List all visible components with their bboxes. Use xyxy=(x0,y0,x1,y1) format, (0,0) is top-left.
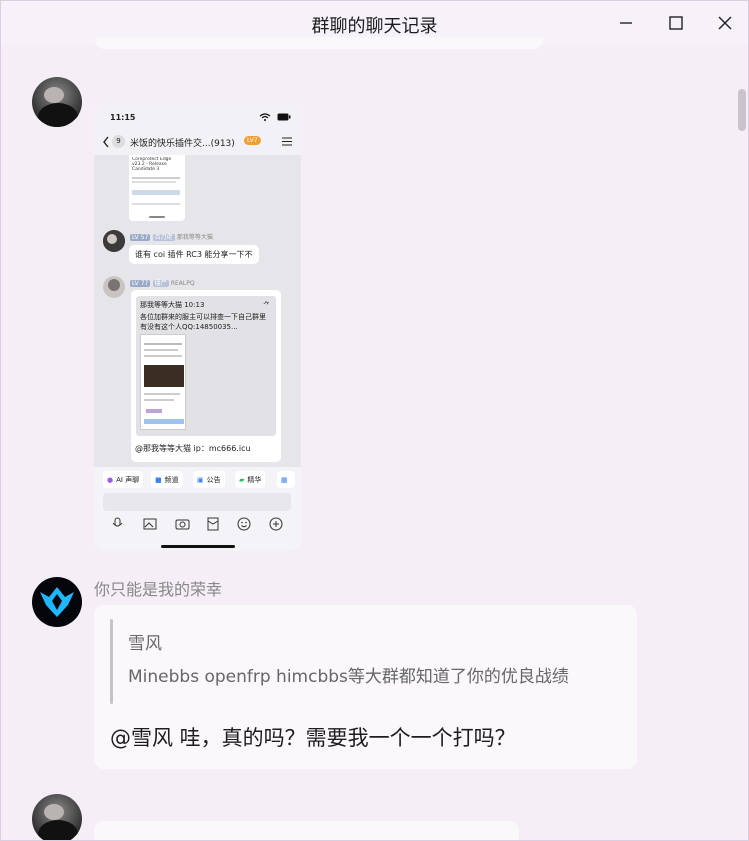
divider xyxy=(144,349,178,351)
phone-card-title: Coreprotect Edge v23.2 - Release Candida… xyxy=(132,157,172,172)
chip-label: AI 声聊 xyxy=(116,475,140,484)
phone-group-title: 米饭的快乐插件交...(913) xyxy=(130,139,235,149)
level-badge: LV 57 xyxy=(130,234,151,241)
channel-icon: ■ xyxy=(155,475,162,484)
maximize-icon xyxy=(669,16,683,30)
battery-icon xyxy=(277,113,291,121)
chip-label: 精华 xyxy=(247,475,262,484)
ai-voice-icon: ● xyxy=(107,475,114,484)
avatar[interactable] xyxy=(32,77,82,127)
screenshot-image[interactable]: 11:15 9 米饭的快乐插件交...(913) LV7 Coreprotect… xyxy=(94,105,301,551)
chip-more: ▦ xyxy=(277,471,295,488)
divider xyxy=(144,399,174,401)
divider xyxy=(144,355,182,357)
quoted-text: Minebbs openfrp himcbbs等大群都知道了你的优良战绩 xyxy=(128,667,569,687)
chip-ai-voice: ● AI 声聊 xyxy=(103,471,144,488)
message-text: @雪风 哇，真的吗？需要我一个一个打吗？ xyxy=(110,726,516,750)
maximize-button[interactable] xyxy=(664,11,688,35)
wifi-icon xyxy=(259,113,271,121)
user-avatar-photo xyxy=(103,230,125,252)
minimize-button[interactable] xyxy=(614,11,638,35)
phone-input-icons xyxy=(112,517,283,531)
home-indicator xyxy=(161,545,235,548)
chip-label: 公告 xyxy=(206,475,221,484)
sender-name: 你只能是我的荣幸 xyxy=(94,580,223,599)
group-level-badge: LV7 xyxy=(244,136,261,145)
back-arrow-icon xyxy=(103,136,109,148)
quote-bar xyxy=(110,619,113,704)
phone-mention-text: @那我等等大猫 ip：mc666.icu xyxy=(135,444,251,453)
divider xyxy=(144,393,180,395)
thumbnail-chip xyxy=(146,409,162,413)
title-badge: 百刀佬 xyxy=(152,234,175,241)
divider xyxy=(144,343,182,345)
phone-message-bubble: 谁有 coi 插件 RC3 能分享一下不 xyxy=(129,245,259,264)
next-message-bubble xyxy=(94,821,519,840)
divider xyxy=(132,181,176,183)
title-badge: 僵尸 xyxy=(152,280,169,287)
notice-icon: ▣ xyxy=(197,475,204,484)
divider xyxy=(132,177,180,179)
image-icon xyxy=(143,518,157,530)
previous-message-bubble xyxy=(95,37,543,49)
phone-link-card: Coreprotect Edge v23.2 - Release Candida… xyxy=(129,155,185,221)
grid-icon: ▦ xyxy=(281,475,288,484)
plus-icon xyxy=(269,517,283,531)
avatar[interactable] xyxy=(32,577,82,627)
forward-header: 那我等等大猫 10:13 xyxy=(140,301,205,309)
close-icon xyxy=(718,16,732,30)
minimize-icon xyxy=(620,22,632,24)
chip-notice: ▣ 公告 xyxy=(193,471,225,488)
user-avatar-photo xyxy=(32,77,82,127)
camera-icon xyxy=(175,519,190,530)
card-button xyxy=(132,190,180,195)
close-button[interactable] xyxy=(713,11,737,35)
forwarded-reply-box: 那我等等大猫 10:13 ⺈ 各位加群来的服主可以排查一下自己群里有没有这个人Q… xyxy=(136,296,276,436)
phone-status-bar: 11:15 xyxy=(94,105,301,129)
forward-mark-icon: ⺈ xyxy=(263,301,270,309)
thumbnail-button xyxy=(144,419,184,424)
phone-sender-name: 那我等等大猫 xyxy=(176,234,213,241)
user-avatar-photo xyxy=(32,794,82,840)
featured-icon: ▰ xyxy=(239,475,245,484)
avatar xyxy=(103,276,125,298)
menu-icon xyxy=(282,137,292,146)
red-packet-icon xyxy=(207,517,219,531)
user-avatar-blue-emblem xyxy=(32,577,82,627)
chip-label: 频道 xyxy=(164,475,179,484)
avatar xyxy=(103,230,125,252)
quoted-sender: 雪风 xyxy=(128,634,162,654)
thumbnail-photo xyxy=(144,365,184,387)
user-avatar-photo xyxy=(103,276,125,298)
scrollbar-thumb[interactable] xyxy=(738,89,746,131)
phone-forward-bubble: 那我等等大猫 10:13 ⺈ 各位加群来的服主可以排查一下自己群里有没有这个人Q… xyxy=(131,290,281,462)
phone-msg-meta: LV 57 百刀佬 那我等等大猫 xyxy=(130,232,213,241)
emoji-icon xyxy=(237,517,251,531)
phone-chat-header: 9 米饭的快乐插件交...(913) LV7 xyxy=(94,131,301,155)
forward-text: 各位加群来的服主可以排查一下自己群里有没有这个人QQ:14850035... xyxy=(140,313,266,331)
unread-count-badge: 9 xyxy=(112,135,125,148)
microphone-icon xyxy=(112,517,123,527)
phone-msg-meta: LV 77 僵尸 REALPQ xyxy=(130,278,195,287)
forward-thumbnail xyxy=(140,334,186,430)
chip-channel: ■ 频道 xyxy=(151,471,183,488)
chip-featured: ▰ 精华 xyxy=(235,471,266,488)
level-badge: LV 77 xyxy=(130,280,151,287)
phone-input-toolbar: ● AI 声聊 ■ 频道 ▣ 公告 ▰ 精华 ▦ xyxy=(94,467,301,551)
phone-time: 11:15 xyxy=(110,113,136,122)
message-bubble[interactable]: 雪风 Minebbs openfrp himcbbs等大群都知道了你的优良战绩 … xyxy=(94,605,637,769)
phone-text-input xyxy=(103,493,291,511)
avatar[interactable] xyxy=(32,794,82,840)
divider xyxy=(132,203,180,205)
phone-sender-name: REALPQ xyxy=(170,280,195,287)
chat-history-window: 群聊的聊天记录 11:15 9 米饭的快乐插件交...(913) LV7 Cor… xyxy=(0,0,749,841)
home-indicator xyxy=(149,216,165,218)
